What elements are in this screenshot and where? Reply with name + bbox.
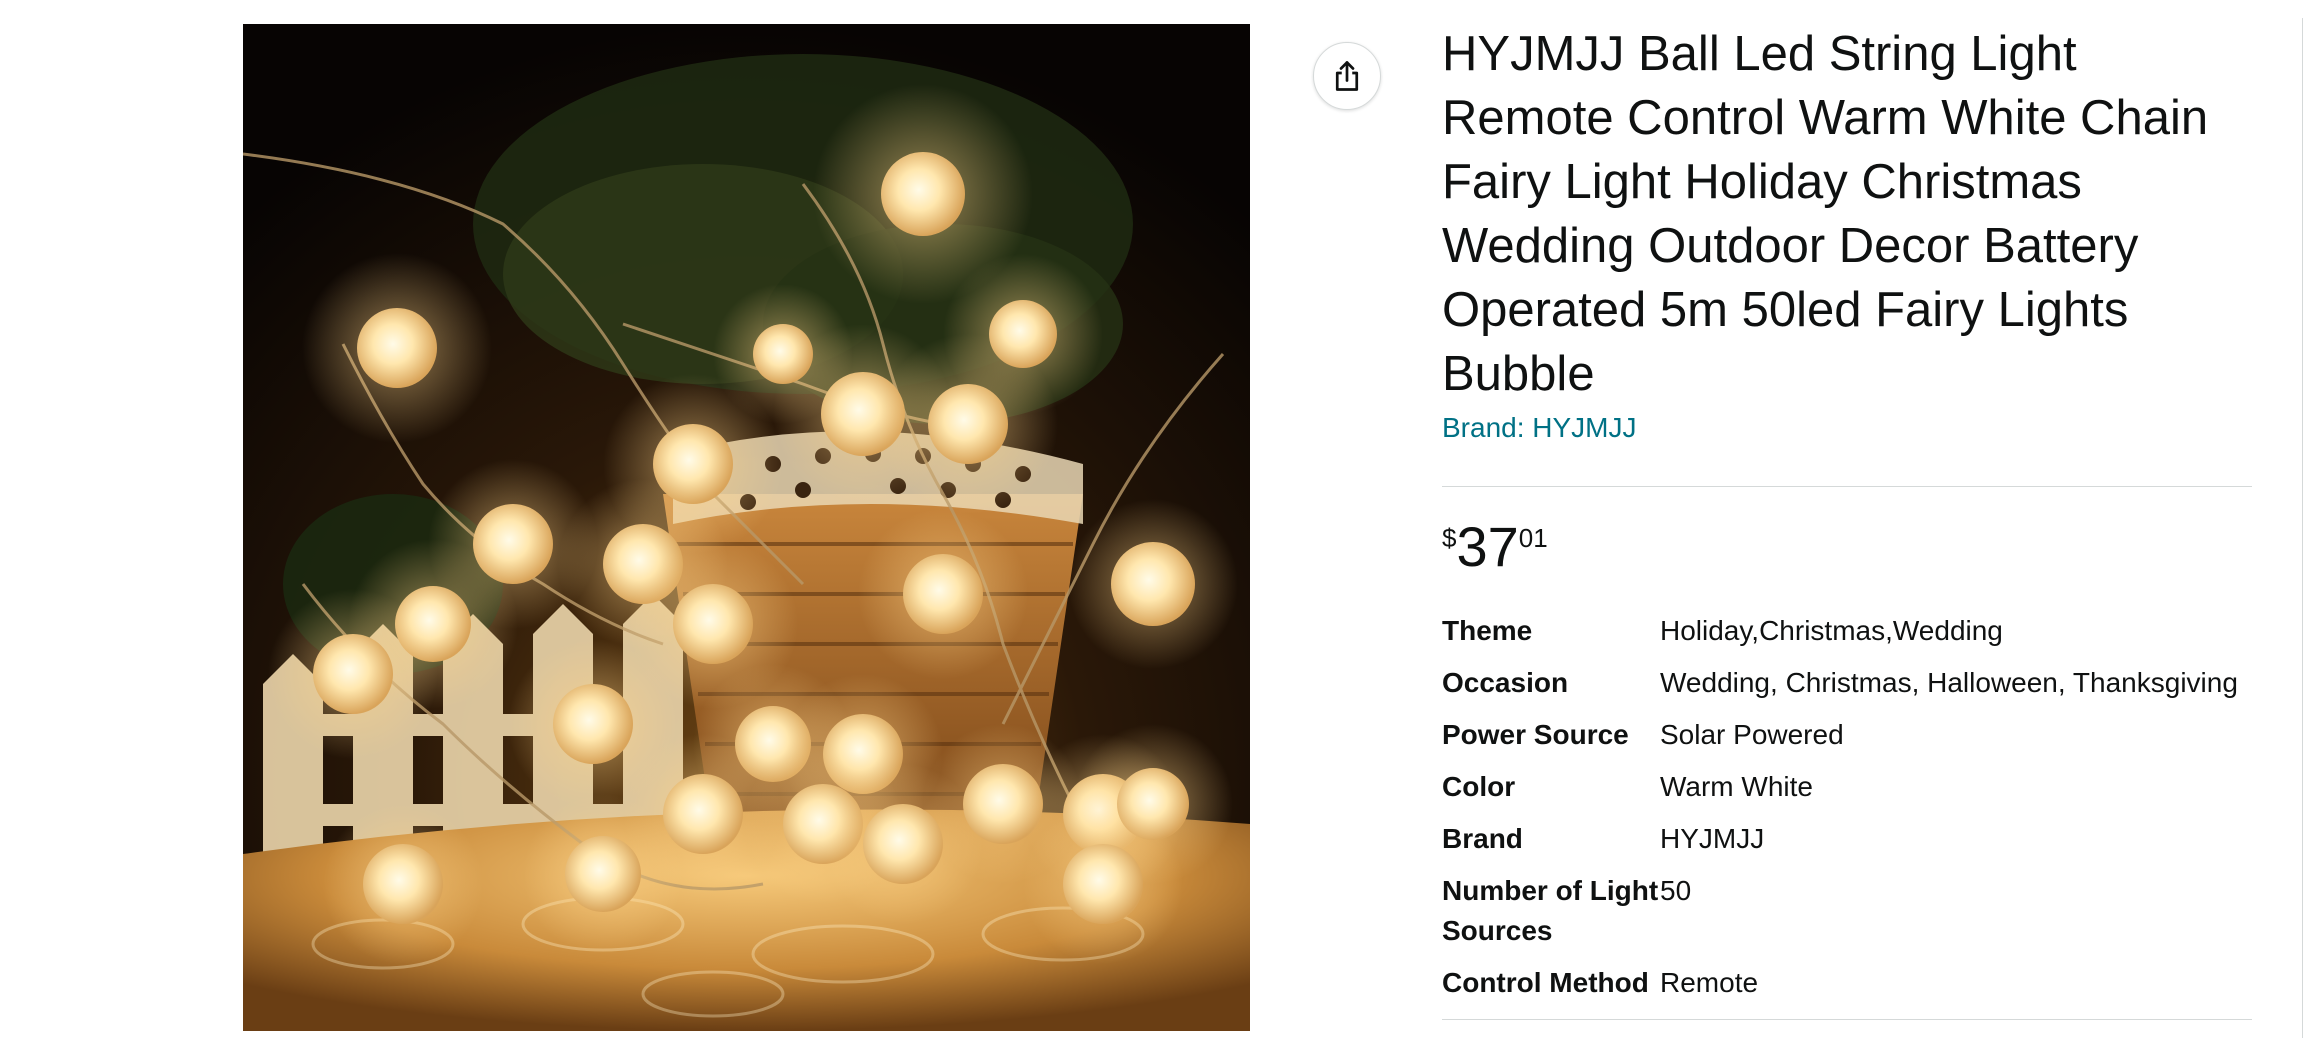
spec-row-power-source: Power Source Solar Powered <box>1442 709 2252 761</box>
spec-value: Wedding, Christmas, Halloween, Thanksgiv… <box>1660 667 2238 698</box>
spec-label: Brand <box>1442 823 1523 854</box>
spec-label: Color <box>1442 771 1516 802</box>
spec-row-brand: Brand HYJMJJ <box>1442 813 2252 865</box>
spec-label: Occasion <box>1442 667 1569 698</box>
spec-value: Holiday,Christmas,Wedding <box>1660 615 2003 646</box>
spec-label: Theme <box>1442 615 1533 646</box>
spec-value: Solar Powered <box>1660 719 1844 750</box>
spec-row-color: Color Warm White <box>1442 761 2252 813</box>
divider <box>1442 1019 2252 1020</box>
share-icon <box>1335 61 1359 91</box>
spec-value: Warm White <box>1660 771 1813 802</box>
spec-value: HYJMJJ <box>1660 823 1765 854</box>
brand-link[interactable]: Brand: HYJMJJ <box>1442 410 1637 446</box>
price-whole: 37 <box>1456 515 1519 578</box>
spec-value: 50 <box>1660 875 1692 906</box>
spec-row-occasion: Occasion Wedding, Christmas, Halloween, … <box>1442 657 2252 709</box>
spec-label: Control Method <box>1442 967 1649 998</box>
spec-row-control-method: Control Method Remote <box>1442 957 2252 1009</box>
product-info: HYJMJJ Ball Led String Light Remote Cont… <box>1442 22 2252 1020</box>
panel-edge <box>2302 18 2303 1038</box>
product-specs-table: Theme Holiday,Christmas,Wedding Occasion… <box>1442 605 2252 1009</box>
divider <box>1442 486 2252 487</box>
price-symbol: $ <box>1442 523 1457 553</box>
spec-label: Number of Light Sources <box>1442 875 1659 946</box>
product-photo <box>243 24 1250 1031</box>
spec-label: Power Source <box>1442 719 1629 750</box>
product-image[interactable] <box>243 24 1250 1031</box>
spec-row-theme: Theme Holiday,Christmas,Wedding <box>1442 605 2252 657</box>
product-title: HYJMJJ Ball Led String Light Remote Cont… <box>1442 27 2209 401</box>
price-fraction: 01 <box>1518 523 1548 553</box>
price: $ 37 01 <box>1442 515 2252 581</box>
spec-value: Remote <box>1660 967 1759 998</box>
spec-row-number-of-light-sources: Number of Light Sources 50 <box>1442 865 2252 957</box>
share-button[interactable] <box>1313 42 1381 110</box>
